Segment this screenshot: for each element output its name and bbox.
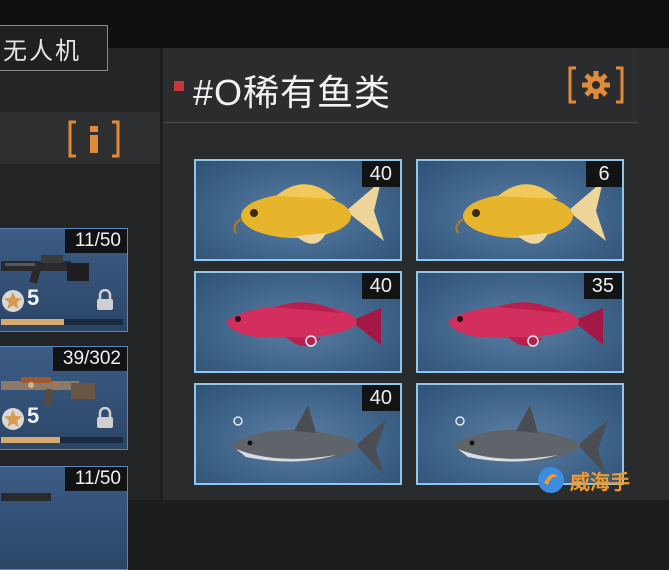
arowana-icon xyxy=(226,302,381,347)
fish-count: 40 xyxy=(361,385,400,411)
watermark-text: 威海手 xyxy=(570,471,630,494)
lock-icon xyxy=(97,407,113,428)
fish-card-goldfish[interactable]: 40 xyxy=(194,159,402,261)
progress-fill xyxy=(1,319,65,325)
progress-bar xyxy=(1,437,123,443)
star-level-icon xyxy=(2,290,24,312)
watermark-logo-icon xyxy=(538,467,564,493)
weapon-count: 11/50 xyxy=(64,467,127,491)
weapon-level: 5 xyxy=(27,285,40,310)
category-marker xyxy=(174,81,184,91)
gear-icon xyxy=(568,66,624,104)
arowana-icon xyxy=(448,302,603,347)
drone-tab-button[interactable]: 无人机 xyxy=(0,25,108,71)
rifle-icon xyxy=(1,493,51,501)
shark-icon xyxy=(231,405,386,475)
fish-card-arowana[interactable]: 35 xyxy=(416,271,624,373)
weapon-card[interactable]: 11/50 xyxy=(0,466,128,570)
weapon-count: 39/302 xyxy=(52,347,127,371)
weapon-level: 5 xyxy=(27,403,40,428)
star-level-icon xyxy=(2,408,24,430)
weapon-count: 11/50 xyxy=(64,229,127,253)
category-title: #O稀有鱼类 xyxy=(193,72,392,113)
weapon-card[interactable]: 39/302 5 xyxy=(0,346,128,450)
fish-count: 35 xyxy=(583,273,622,299)
fish-card-arowana[interactable]: 40 xyxy=(194,271,402,373)
info-icon xyxy=(68,120,120,158)
weapon-card[interactable]: 11/50 5 xyxy=(0,228,128,332)
rifle-icon xyxy=(1,377,95,406)
lock-icon xyxy=(97,289,113,310)
info-button[interactable] xyxy=(68,120,120,158)
watermark: 威海手 xyxy=(536,462,668,498)
fish-count: 40 xyxy=(361,273,400,299)
fish-count: 6 xyxy=(586,161,622,187)
goldfish-icon xyxy=(233,181,384,244)
progress-bar xyxy=(1,319,123,325)
rifle-icon xyxy=(1,255,89,284)
fish-card-goldfish[interactable]: 6 xyxy=(416,159,624,261)
fish-card-shark[interactable]: 40 xyxy=(194,383,402,485)
settings-button[interactable] xyxy=(568,66,624,104)
goldfish-icon xyxy=(455,181,606,244)
fish-count: 40 xyxy=(361,161,400,187)
progress-fill xyxy=(1,437,60,443)
